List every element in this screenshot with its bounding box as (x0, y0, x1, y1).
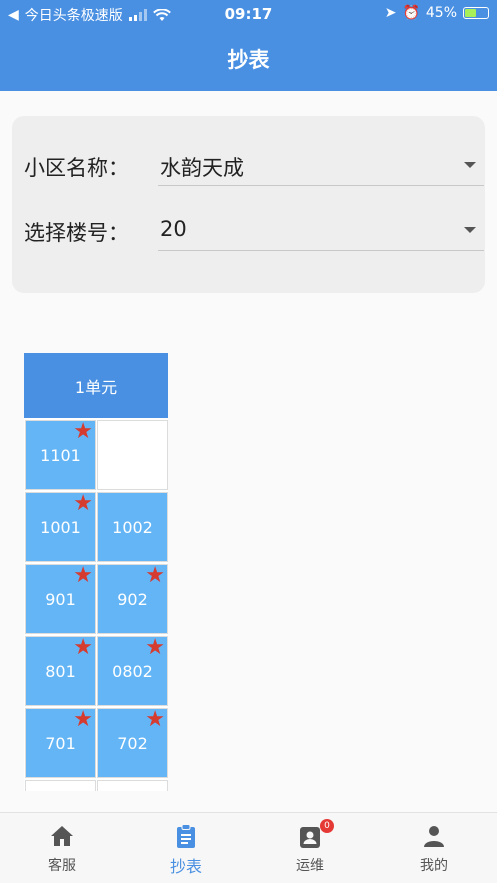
status-bar: ◀ 今日头条极速版 09:17 ➤ ⏰ 45% (0, 0, 497, 26)
building-dropdown[interactable]: 20 (158, 211, 484, 251)
room-cell-partial (97, 780, 168, 791)
room-cell[interactable]: 801 ★ (25, 636, 96, 706)
room-number: 902 (117, 589, 148, 609)
room-cell[interactable]: 702 ★ (97, 708, 168, 778)
tab-label: 运维 (296, 858, 324, 874)
building-value: 20 (160, 217, 187, 241)
bottom-tab-bar: 客服 抄表 0 运维 我的 (0, 812, 497, 883)
community-label: 小区名称： (24, 156, 129, 180)
tab-meter-reading[interactable]: 抄表 (124, 813, 248, 883)
room-number: 1001 (40, 517, 81, 537)
community-value: 水韵天成 (160, 156, 244, 180)
page-title: 抄表 (227, 48, 270, 72)
dropdown-arrow-icon (464, 162, 476, 168)
room-number: 702 (117, 733, 148, 753)
room-number: 0802 (112, 661, 153, 681)
star-icon: ★ (73, 707, 93, 732)
tab-label: 我的 (420, 858, 448, 874)
top-bar: ◀ 今日头条极速版 09:17 ➤ ⏰ 45% 抄表 (0, 0, 497, 91)
tab-mine[interactable]: 我的 (372, 813, 496, 883)
room-number: 1101 (40, 445, 81, 465)
notification-badge: 0 (320, 819, 334, 833)
tab-label: 客服 (48, 858, 76, 874)
room-cell[interactable]: 701 ★ (25, 708, 96, 778)
home-icon (51, 826, 73, 846)
star-icon: ★ (73, 563, 93, 588)
star-icon: ★ (73, 491, 93, 516)
location-arrow-icon: ➤ (384, 5, 397, 21)
filter-card: 小区名称： 水韵天成 选择楼号： 20 (12, 116, 485, 293)
star-icon: ★ (73, 419, 93, 444)
room-cell[interactable]: 1101 ★ (25, 420, 96, 490)
room-number: 801 (45, 661, 76, 681)
room-cell-empty (97, 420, 168, 490)
star-icon: ★ (145, 707, 165, 732)
building-label: 选择楼号： (24, 221, 129, 245)
room-cell[interactable]: 1001 ★ (25, 492, 96, 562)
tab-maintenance[interactable]: 0 运维 (248, 813, 372, 883)
dropdown-arrow-icon (464, 227, 476, 233)
battery-icon (463, 7, 489, 19)
community-field: 小区名称： 水韵天成 (24, 146, 484, 186)
star-icon: ★ (145, 563, 165, 588)
alarm-icon: ⏰ (402, 5, 420, 21)
clipboard-icon (177, 824, 195, 848)
room-cell[interactable]: 1002 (97, 492, 168, 562)
building-field: 选择楼号： 20 (24, 211, 484, 251)
star-icon: ★ (145, 635, 165, 660)
unit-header: 1单元 (24, 353, 168, 418)
community-dropdown[interactable]: 水韵天成 (158, 146, 484, 186)
battery-percent: 45% (425, 5, 457, 21)
person-icon (424, 826, 444, 847)
room-cell-partial (25, 780, 96, 791)
tab-service[interactable]: 客服 (0, 813, 124, 883)
status-right: ➤ ⏰ 45% (385, 5, 489, 21)
unit-grid: 1单元 1101 ★ 1001 ★ 1002 901 ★ 902 ★ 801 ★… (24, 353, 168, 791)
room-cell[interactable]: 0802 ★ (97, 636, 168, 706)
room-cell[interactable]: 901 ★ (25, 564, 96, 634)
room-number: 1002 (112, 517, 153, 537)
room-cell[interactable]: 902 ★ (97, 564, 168, 634)
tab-label: 抄表 (169, 857, 202, 876)
star-icon: ★ (73, 635, 93, 660)
room-number: 901 (45, 589, 76, 609)
room-number: 701 (45, 733, 76, 753)
